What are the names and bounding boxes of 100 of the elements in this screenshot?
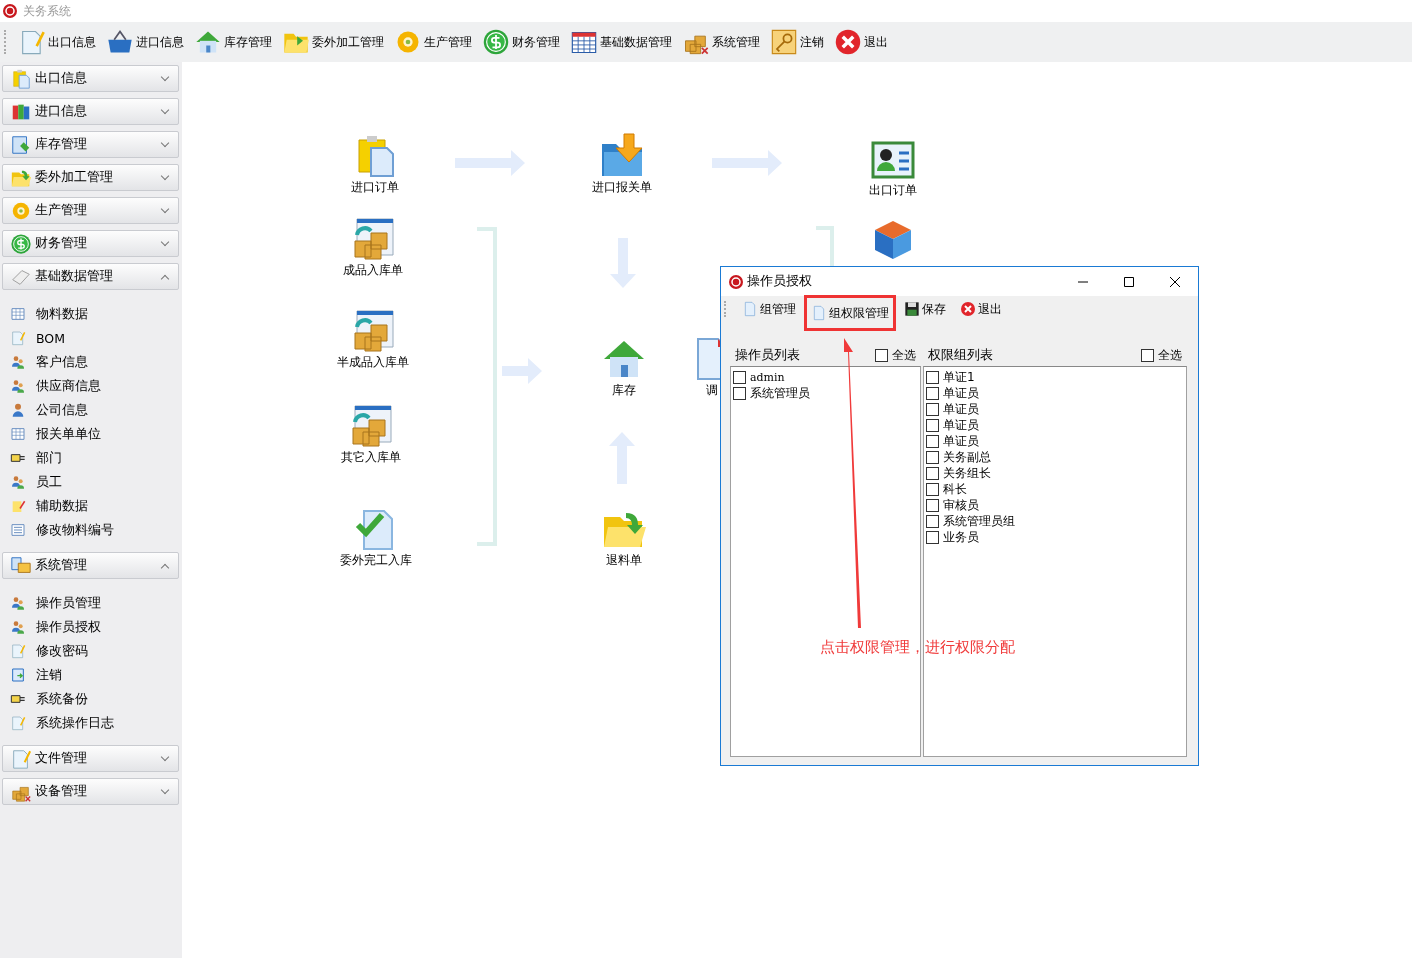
toolbar-button[interactable]: 注销: [766, 24, 828, 60]
sidebar-group-header[interactable]: 库存管理: [2, 131, 179, 158]
list-item-label: 单证员: [943, 400, 979, 418]
toolbar-button[interactable]: 退出: [830, 24, 892, 60]
toolbar-grip: [4, 30, 8, 54]
people-icon: [10, 378, 26, 394]
person-icon: [10, 402, 26, 418]
list-title: 权限组列表: [928, 346, 993, 364]
sidebar-group-header[interactable]: 生产管理: [2, 197, 179, 224]
node-label: 成品入库单: [343, 263, 403, 277]
grid-icon: [10, 306, 26, 322]
note-icon: [10, 498, 26, 514]
sidebar-item[interactable]: 注销: [10, 663, 182, 687]
checkbox[interactable]: [926, 402, 939, 416]
document-pencil-icon: [10, 643, 26, 659]
node-label: 调: [706, 383, 718, 397]
document-pencil-icon: [10, 747, 32, 770]
sidebar-item[interactable]: 系统备份: [10, 687, 182, 711]
sidebar-item[interactable]: 辅助数据: [10, 494, 182, 518]
basket-icon: [106, 28, 134, 56]
sidebar-group-header[interactable]: 财务管理: [2, 230, 179, 257]
toolbar-button[interactable]: 进口信息: [102, 24, 188, 60]
sidebar-item[interactable]: 物料数据: [10, 302, 182, 326]
sidebar-item[interactable]: 操作员授权: [10, 615, 182, 639]
checkbox[interactable]: [926, 386, 939, 400]
sidebar-group-header[interactable]: 设备管理: [2, 778, 179, 805]
checkbox[interactable]: [1141, 348, 1154, 362]
checkbox[interactable]: [926, 466, 939, 480]
select-all-label: 全选: [1158, 346, 1182, 364]
toolbar-button[interactable]: 生产管理: [390, 24, 476, 60]
checkbox[interactable]: [926, 434, 939, 448]
sidebar-item[interactable]: 部门: [10, 446, 182, 470]
node-label: 出口订单: [869, 183, 917, 197]
sidebar-item[interactable]: 供应商信息: [10, 374, 182, 398]
sidebar-item[interactable]: 客户信息: [10, 350, 182, 374]
sidebar-group-header[interactable]: 出口信息: [2, 65, 179, 92]
toolbar-button[interactable]: 出口信息: [14, 24, 100, 60]
list-item-label: 单证员: [943, 416, 979, 434]
sidebar-item[interactable]: 报关单单位: [10, 422, 182, 446]
toolbar-button[interactable]: 库存管理: [190, 24, 276, 60]
checkbox[interactable]: [926, 370, 939, 384]
list-title: 操作员列表: [735, 346, 800, 364]
flow-arrow: [609, 432, 635, 484]
app-logo-icon: [3, 4, 17, 18]
node-label: 其它入库单: [341, 450, 401, 464]
document-pencil-icon: [10, 715, 26, 731]
list-icon: [10, 522, 26, 538]
checkbox[interactable]: [926, 482, 939, 496]
sidebar-item[interactable]: 系统操作日志: [10, 711, 182, 735]
dollar-coin-icon: [482, 28, 510, 56]
checkbox[interactable]: [875, 348, 888, 362]
toolbar-button[interactable]: 系统管理: [678, 24, 764, 60]
grid-icon: [10, 426, 26, 442]
toolbar-button[interactable]: 基础数据管理: [566, 24, 676, 60]
toolbar-button[interactable]: 委外加工管理: [278, 24, 388, 60]
flow-arrow: [610, 238, 636, 288]
select-all-label: 全选: [892, 346, 916, 364]
sidebar-item[interactable]: 修改密码: [10, 639, 182, 663]
toolbar-button[interactable]: 组管理: [736, 297, 802, 321]
list-item-label: 单证1: [943, 368, 975, 386]
node-label: 委外完工入库: [340, 553, 412, 567]
checkbox[interactable]: [733, 370, 746, 384]
annotation-text: 点击权限管理，进行权限分配: [820, 638, 1015, 657]
sidebar-group-header[interactable]: 委外加工管理: [2, 164, 179, 191]
checkbox[interactable]: [926, 418, 939, 432]
checkbox[interactable]: [926, 498, 939, 512]
maximize-icon: [1124, 276, 1134, 287]
sidebar-group-header[interactable]: 文件管理: [2, 745, 179, 772]
checkbox[interactable]: [926, 530, 939, 544]
list-item-label: 系统管理员: [750, 384, 810, 402]
toolbar-button[interactable]: 财务管理: [478, 24, 564, 60]
sidebar-item[interactable]: 修改物料编号: [10, 518, 182, 542]
sidebar-group-header[interactable]: 系统管理: [2, 552, 179, 579]
node-label: 退料单: [606, 553, 642, 567]
app-logo-icon: [729, 274, 743, 289]
flow-arrow: [502, 358, 542, 384]
list-item-label: 关务组长: [943, 464, 991, 482]
document-icon: [742, 301, 758, 317]
toolbar-button[interactable]: 保存: [898, 297, 952, 321]
checkbox[interactable]: [733, 386, 746, 400]
flow-arrow: [712, 150, 782, 176]
flow-arrow: [455, 150, 525, 176]
list-item-label: 系统管理员组: [943, 512, 1015, 530]
checkbox[interactable]: [926, 514, 939, 528]
list-item-label: 业务员: [943, 528, 979, 546]
close-icon: [834, 28, 862, 56]
people-icon: [10, 354, 26, 370]
sidebar-item[interactable]: 操作员管理: [10, 591, 182, 615]
node-label: 进口订单: [351, 180, 399, 194]
sidebar-item[interactable]: 员工: [10, 470, 182, 494]
people-icon: [10, 619, 26, 635]
toolbar-button[interactable]: 组权限管理: [804, 295, 896, 331]
checkbox[interactable]: [926, 450, 939, 464]
sidebar-group-header[interactable]: 基础数据管理: [2, 263, 179, 290]
toolbar-grip: [724, 301, 728, 317]
sidebar-item[interactable]: 公司信息: [10, 398, 182, 422]
sidebar-item[interactable]: BOM: [10, 326, 182, 350]
list-item-label: 科长: [943, 480, 967, 498]
toolbar-button[interactable]: 退出: [954, 297, 1008, 321]
sidebar-group-header[interactable]: 进口信息: [2, 98, 179, 125]
